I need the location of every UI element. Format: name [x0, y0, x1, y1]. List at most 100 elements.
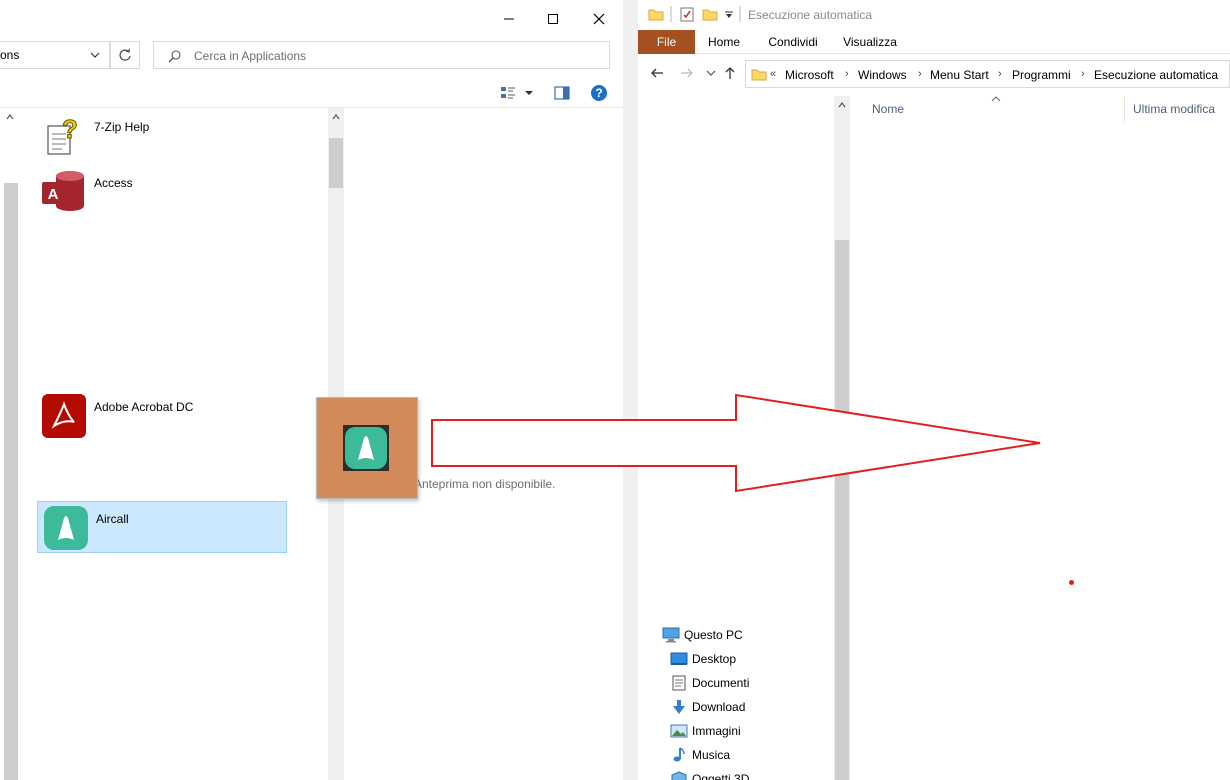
access-icon: A: [42, 171, 84, 211]
nav-item-download[interactable]: Download: [670, 696, 820, 718]
scroll-up-arrow-icon[interactable]: [838, 102, 846, 108]
up-arrow-icon[interactable]: [724, 66, 736, 80]
file-item-7zip-help[interactable]: ? 7-Zip Help: [36, 110, 288, 162]
chevron-right-icon[interactable]: ›: [845, 68, 849, 80]
nav-item-desktop[interactable]: Desktop: [670, 648, 820, 670]
close-icon: [593, 13, 605, 25]
chevron-right-icon[interactable]: ›: [998, 68, 1002, 80]
chevron-right-icon[interactable]: ›: [1081, 68, 1085, 80]
maximize-button[interactable]: [530, 4, 576, 34]
tab-file[interactable]: File: [638, 30, 695, 54]
search-box[interactable]: Cerca in Applications: [153, 41, 610, 69]
preview-pane-icon[interactable]: [554, 86, 570, 100]
nav-label: Documenti: [692, 676, 750, 690]
nav-item-questo-pc[interactable]: Questo PC: [662, 624, 822, 646]
column-divider[interactable]: [1124, 96, 1125, 122]
tab-visualizza[interactable]: Visualizza: [836, 30, 904, 54]
file-label: 7-Zip Help: [94, 120, 150, 134]
back-arrow-icon[interactable]: [650, 67, 664, 79]
title-bar[interactable]: [0, 0, 623, 38]
desktop: ons Cerca in Applications ? ? 7-Zip Help…: [0, 0, 1230, 780]
scroll-up-arrow-icon[interactable]: [6, 114, 14, 120]
svg-text:?: ?: [62, 114, 78, 144]
new-folder-icon[interactable]: [702, 7, 718, 21]
computer-icon: [662, 627, 680, 643]
help-icon[interactable]: ?: [590, 84, 608, 102]
folder-icon: [648, 9, 664, 21]
nav-item-immagini[interactable]: Immagini: [670, 720, 820, 742]
file-item-adobe-acrobat[interactable]: Adobe Acrobat DC: [36, 390, 288, 442]
tab-home[interactable]: Home: [700, 30, 748, 54]
scrollbar-thumb[interactable]: [835, 240, 849, 780]
nav-label: Immagini: [692, 724, 741, 738]
scroll-up-arrow-icon[interactable]: [332, 114, 340, 120]
sort-ascending-icon: [991, 96, 1001, 102]
tab-condividi[interactable]: Condividi: [758, 30, 828, 54]
file-item-access[interactable]: A Access: [36, 166, 288, 218]
file-list: ? 7-Zip Help A Access Adobe Acrobat DC A…: [20, 108, 330, 780]
view-toolbar: ?: [0, 78, 623, 108]
nav-item-documenti[interactable]: Documenti: [670, 672, 820, 694]
svg-text:A: A: [48, 186, 59, 203]
file-label: Access: [94, 176, 133, 190]
window-title: Esecuzione automatica: [748, 8, 873, 22]
address-bar[interactable]: « Microsoft › Windows › Menu Start › Pro…: [745, 60, 1230, 88]
view-options-icon[interactable]: [500, 86, 516, 100]
documents-icon: [672, 675, 686, 691]
address-text: ons: [0, 48, 20, 62]
breadcrumb-overflow[interactable]: «: [770, 68, 776, 80]
aircall-icon: [343, 425, 389, 471]
breadcrumb-windows[interactable]: Windows: [858, 68, 907, 82]
nav-label: Download: [692, 700, 746, 714]
view-dropdown-icon[interactable]: [524, 90, 534, 96]
title-bar[interactable]: Esecuzione automatica: [638, 0, 1230, 30]
breadcrumb-menu-start[interactable]: Menu Start: [930, 68, 989, 82]
scrollbar-thumb[interactable]: [4, 183, 18, 780]
annotation-arrow: [431, 393, 1041, 493]
nav-item-musica[interactable]: Musica: [670, 744, 820, 766]
breadcrumb-microsoft[interactable]: Microsoft: [785, 68, 834, 82]
separator-icon: [670, 6, 672, 22]
drag-preview: [316, 397, 418, 499]
nav-label: Questo PC: [684, 628, 743, 642]
chevron-down-icon[interactable]: [90, 52, 100, 59]
ribbon-tabs: File Home Condividi Visualizza: [638, 30, 1230, 54]
separator-icon: [739, 6, 741, 22]
breadcrumb-esecuzione-automatica[interactable]: Esecuzione automatica: [1094, 68, 1218, 82]
nav-label: Oggetti 3D: [692, 772, 750, 780]
scrollbar-thumb[interactable]: [329, 138, 343, 188]
help-file-icon: ?: [47, 114, 78, 155]
breadcrumb-programmi[interactable]: Programmi: [1012, 68, 1071, 82]
objects-3d-icon: [671, 771, 687, 780]
refresh-icon: [119, 48, 131, 61]
column-header-nome[interactable]: Nome: [872, 102, 904, 116]
recent-locations-icon[interactable]: [706, 70, 716, 76]
navigation-bar: « Microsoft › Windows › Menu Start › Pro…: [638, 58, 1230, 90]
nav-item-oggetti-3d[interactable]: Oggetti 3D: [670, 768, 820, 780]
search-icon: [168, 50, 181, 63]
acrobat-icon: [42, 394, 86, 438]
red-dot: [1069, 580, 1074, 585]
file-item-aircall[interactable]: Aircall: [37, 501, 287, 553]
minimize-icon: [504, 18, 514, 20]
column-header-ultima-modifica[interactable]: Ultima modifica: [1133, 102, 1215, 116]
properties-icon[interactable]: [680, 6, 694, 22]
navigation-pane: [0, 108, 20, 780]
desktop-icon: [670, 652, 688, 665]
search-input-placeholder[interactable]: Cerca in Applications: [194, 49, 306, 63]
chevron-right-icon[interactable]: ›: [918, 68, 922, 80]
refresh-button[interactable]: [110, 41, 140, 69]
close-button[interactable]: [576, 4, 622, 34]
quick-access-dropdown-icon[interactable]: [724, 11, 734, 19]
music-icon: [673, 747, 685, 762]
minimize-button[interactable]: [486, 4, 532, 34]
nav-label: Desktop: [692, 652, 737, 666]
folder-icon: [751, 69, 767, 81]
forward-arrow-icon[interactable]: [680, 67, 694, 79]
svg-text:?: ?: [595, 86, 602, 100]
pictures-icon: [670, 724, 688, 738]
maximize-icon: [548, 14, 558, 24]
aircall-icon: [44, 506, 88, 550]
address-bar[interactable]: ons: [0, 41, 110, 69]
download-icon: [673, 700, 685, 714]
